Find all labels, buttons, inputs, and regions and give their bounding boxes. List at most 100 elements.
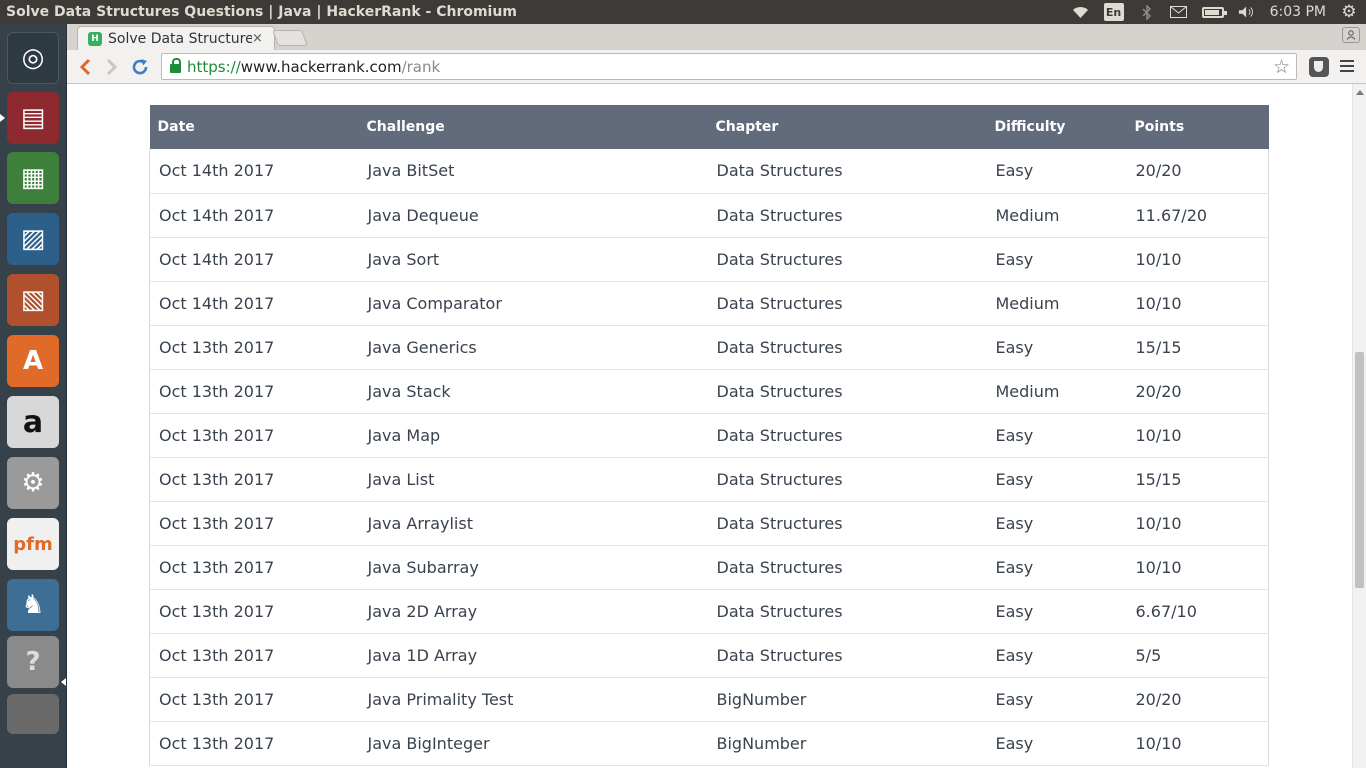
extension-shield-icon[interactable] <box>1309 57 1329 77</box>
launcher-item-workspace-stack[interactable] <box>7 694 59 734</box>
bookmark-star-icon[interactable]: ☆ <box>1273 56 1290 78</box>
cell-points: 10/10 <box>1126 413 1269 458</box>
launcher-item-pgadmin[interactable]: ♞ <box>7 579 59 631</box>
new-tab-button[interactable] <box>272 30 308 46</box>
column-header-difficulty[interactable]: Difficulty <box>987 105 1127 149</box>
column-header-challenge[interactable]: Challenge <box>359 105 708 149</box>
hackerrank-favicon-icon: H <box>88 31 102 46</box>
cell-points: 15/15 <box>1126 457 1269 502</box>
table-row: Oct 14th 2017 Java Sort Data Structures … <box>149 237 1269 282</box>
launcher-running-indicator <box>0 114 5 122</box>
column-header-chapter[interactable]: Chapter <box>708 105 987 149</box>
cell-challenge[interactable]: Java Map <box>358 413 708 458</box>
cell-challenge[interactable]: Java Generics <box>358 325 708 370</box>
launcher-item-draw[interactable]: ▨ <box>7 213 59 265</box>
cell-challenge[interactable]: Java Dequeue <box>358 193 708 238</box>
cell-difficulty: Easy <box>986 633 1127 678</box>
wifi-icon[interactable] <box>1072 4 1090 20</box>
cell-challenge[interactable]: Java 1D Array <box>358 633 708 678</box>
system-top-bar: Solve Data Structures Questions | Java |… <box>0 0 1366 24</box>
cell-challenge[interactable]: Java 2D Array <box>358 589 708 634</box>
cell-date: Oct 13th 2017 <box>149 677 359 722</box>
table-row: Oct 13th 2017 Java List Data Structures … <box>149 457 1269 502</box>
profile-icon[interactable] <box>1342 27 1360 43</box>
launcher-item-ubuntu-dash[interactable]: ◎ <box>7 32 59 84</box>
back-button[interactable] <box>74 56 96 78</box>
cell-challenge[interactable]: Java Sort <box>358 237 708 282</box>
table-row: Oct 13th 2017 Java Generics Data Structu… <box>149 325 1269 370</box>
cell-date: Oct 13th 2017 <box>149 501 359 546</box>
reload-button[interactable] <box>129 56 151 78</box>
cell-challenge[interactable]: Java Arraylist <box>358 501 708 546</box>
battery-icon[interactable] <box>1201 6 1227 18</box>
cell-challenge[interactable]: Java Subarray <box>358 545 708 590</box>
column-header-points[interactable]: Points <box>1127 105 1269 149</box>
cell-challenge[interactable]: Java Comparator <box>358 281 708 326</box>
keyboard-language-indicator[interactable]: En <box>1103 3 1124 21</box>
cell-date: Oct 13th 2017 <box>149 589 359 634</box>
cell-chapter: BigNumber <box>707 677 987 722</box>
column-header-date[interactable]: Date <box>150 105 359 149</box>
cell-chapter: Data Structures <box>707 193 987 238</box>
pfm-icon: pfm <box>13 533 53 555</box>
bluetooth-icon[interactable] <box>1138 4 1156 20</box>
table-row: Oct 13th 2017 Java 1D Array Data Structu… <box>149 633 1269 678</box>
launcher-item-help[interactable]: ? <box>7 636 59 688</box>
cell-difficulty: Easy <box>986 677 1127 722</box>
launcher-item-system-settings[interactable]: ⚙ <box>7 457 59 509</box>
launcher-item-impress[interactable]: ▧ <box>7 274 59 326</box>
launcher-item-calc[interactable]: ▦ <box>7 152 59 204</box>
browser-menu-icon[interactable] <box>1340 58 1354 74</box>
cell-challenge[interactable]: Java Stack <box>358 369 708 414</box>
cell-points: 10/10 <box>1126 501 1269 546</box>
session-gear-icon[interactable]: ⚙ <box>1340 2 1358 22</box>
cell-difficulty: Medium <box>986 193 1127 238</box>
cell-chapter: Data Structures <box>707 369 987 414</box>
cell-points: 10/10 <box>1126 721 1269 766</box>
help-icon: ? <box>25 647 41 677</box>
system-settings-icon: ⚙ <box>21 468 45 498</box>
browser-toolbar: https:// www.hackerrank.com /rank ☆ <box>67 50 1366 84</box>
browser-tab-active[interactable]: H Solve Data Structures Questions | Java… <box>77 26 275 50</box>
cell-challenge[interactable]: Java Primality Test <box>358 677 708 722</box>
cell-difficulty: Medium <box>986 281 1127 326</box>
cell-chapter: Data Structures <box>707 545 987 590</box>
window-title: Solve Data Structures Questions | Java |… <box>6 4 517 20</box>
table-row: Oct 14th 2017 Java Dequeue Data Structur… <box>149 193 1269 238</box>
cell-difficulty: Easy <box>986 721 1127 766</box>
tab-close-icon[interactable]: × <box>252 31 266 46</box>
cell-date: Oct 13th 2017 <box>149 413 359 458</box>
scroll-up-arrow-icon[interactable] <box>1356 90 1364 95</box>
mail-icon[interactable] <box>1170 4 1188 20</box>
clock[interactable]: 6:03 PM <box>1270 4 1326 20</box>
table-row: Oct 13th 2017 Java 2D Array Data Structu… <box>149 589 1269 634</box>
volume-icon[interactable] <box>1238 4 1256 20</box>
secure-lock-icon[interactable] <box>170 58 181 73</box>
ubuntu-dash-icon: ◎ <box>21 43 45 73</box>
launcher-item-amazon[interactable]: a <box>7 396 59 448</box>
scrollbar-thumb[interactable] <box>1355 352 1364 588</box>
address-bar[interactable]: https:// www.hackerrank.com /rank ☆ <box>161 53 1297 80</box>
forward-button[interactable] <box>101 56 123 78</box>
cell-difficulty: Easy <box>986 501 1127 546</box>
pgadmin-icon: ♞ <box>21 590 45 620</box>
cell-challenge[interactable]: Java List <box>358 457 708 502</box>
cell-difficulty: Easy <box>986 237 1127 282</box>
cell-date: Oct 14th 2017 <box>149 193 359 238</box>
cell-challenge[interactable]: Java BitSet <box>358 149 708 194</box>
cell-difficulty: Easy <box>986 149 1127 194</box>
cell-difficulty: Easy <box>986 589 1127 634</box>
amazon-icon: a <box>22 404 44 440</box>
launcher-item-software-center[interactable]: A <box>7 335 59 387</box>
cell-points: 11.67/20 <box>1126 193 1269 238</box>
table-row: Oct 14th 2017 Java BitSet Data Structure… <box>149 149 1269 194</box>
launcher-item-files[interactable]: ▤ <box>7 92 59 144</box>
page-scrollbar[interactable] <box>1352 84 1366 768</box>
table-body: Oct 14th 2017 Java BitSet Data Structure… <box>149 149 1269 766</box>
cell-difficulty: Easy <box>986 457 1127 502</box>
submissions-table: Date Challenge Chapter Difficulty Points… <box>149 105 1269 766</box>
table-row: Oct 13th 2017 Java Arraylist Data Struct… <box>149 501 1269 546</box>
cell-challenge[interactable]: Java BigInteger <box>358 721 708 766</box>
launcher-item-pfm[interactable]: pfm <box>7 518 59 570</box>
software-center-icon: A <box>22 346 44 376</box>
